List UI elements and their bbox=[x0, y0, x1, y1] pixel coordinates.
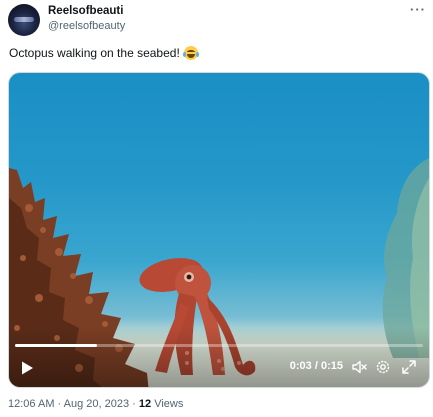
video-controls: 0:03 / 0:15 bbox=[9, 357, 429, 379]
meta-dot: · bbox=[54, 398, 64, 410]
play-icon[interactable] bbox=[19, 360, 35, 376]
duration: 0:15 bbox=[320, 360, 343, 372]
time-separator: / bbox=[311, 360, 321, 372]
video-player[interactable]: 0:03 / 0:15 bbox=[8, 72, 430, 388]
avatar[interactable] bbox=[8, 4, 40, 36]
views-count: 12 bbox=[138, 398, 152, 410]
time-display: 0:03 / 0:15 bbox=[290, 360, 343, 372]
author-name[interactable]: Reelsofbeauti bbox=[48, 5, 123, 17]
more-horizontal-icon[interactable]: ··· bbox=[410, 2, 426, 17]
tweet-time[interactable]: 12:06 AM bbox=[8, 398, 54, 410]
author-handle[interactable]: @reelsofbeauty bbox=[48, 20, 125, 32]
tweet-meta: 12:06 AM · Aug 20, 2023 · 12 Views bbox=[8, 398, 183, 410]
meta-dot: · bbox=[129, 398, 139, 410]
views-label: Views bbox=[151, 398, 184, 410]
progress-fill bbox=[15, 344, 97, 347]
tweet-date[interactable]: Aug 20, 2023 bbox=[64, 398, 129, 410]
tweet-text-content: Octopus walking on the seabed! bbox=[9, 46, 180, 60]
mute-icon[interactable] bbox=[351, 359, 367, 375]
tweet-header: Reelsofbeauti @reelsofbeauty ··· bbox=[8, 2, 428, 38]
fullscreen-icon[interactable] bbox=[401, 359, 417, 375]
settings-icon[interactable] bbox=[375, 359, 391, 375]
progress-bar[interactable] bbox=[15, 344, 423, 347]
face-with-tears-of-joy-icon bbox=[182, 46, 199, 60]
tweet-text: Octopus walking on the seabed! bbox=[9, 46, 199, 60]
current-time: 0:03 bbox=[289, 360, 312, 372]
